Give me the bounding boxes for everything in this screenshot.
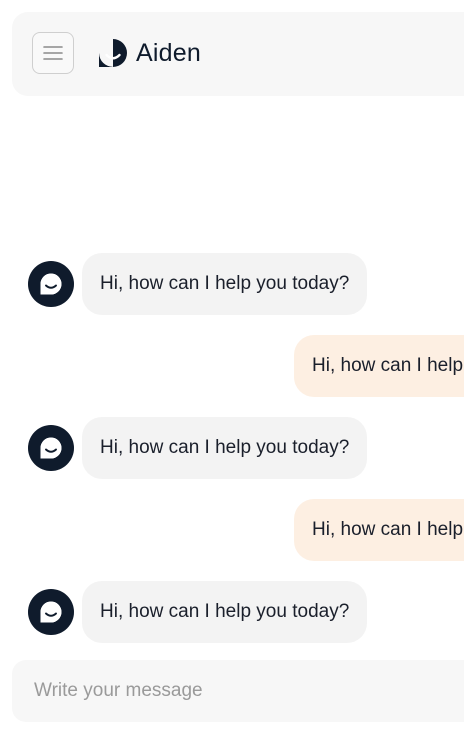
hamburger-menu-icon — [43, 46, 63, 60]
brand: Aiden — [98, 38, 201, 68]
message-input[interactable] — [34, 660, 454, 722]
user-bubble: Hi, how can I help you today? — [294, 499, 464, 561]
chat-screen: Aiden Hi, how can I help you today? Hi, … — [0, 0, 464, 733]
brand-name: Aiden — [136, 38, 201, 67]
menu-button[interactable] — [32, 32, 74, 74]
smile-bubble-avatar-icon — [40, 273, 62, 295]
assistant-avatar — [28, 589, 74, 635]
assistant-message: Hi, how can I help you today? — [28, 253, 368, 315]
smile-bubble-avatar-icon — [40, 601, 62, 623]
app-header: Aiden — [12, 12, 464, 96]
assistant-bubble: Hi, how can I help you today? — [82, 581, 368, 643]
message-composer — [12, 660, 464, 722]
smile-bubble-logo-icon — [99, 39, 127, 67]
assistant-avatar — [28, 261, 74, 307]
assistant-avatar — [28, 425, 74, 471]
assistant-message: Hi, how can I help you today? — [28, 581, 368, 643]
assistant-bubble: Hi, how can I help you today? — [82, 253, 368, 315]
assistant-bubble: Hi, how can I help you today? — [82, 417, 368, 479]
smile-bubble-avatar-icon — [40, 437, 62, 459]
assistant-message: Hi, how can I help you today? — [28, 417, 368, 479]
user-bubble: Hi, how can I help you today? — [294, 335, 464, 397]
